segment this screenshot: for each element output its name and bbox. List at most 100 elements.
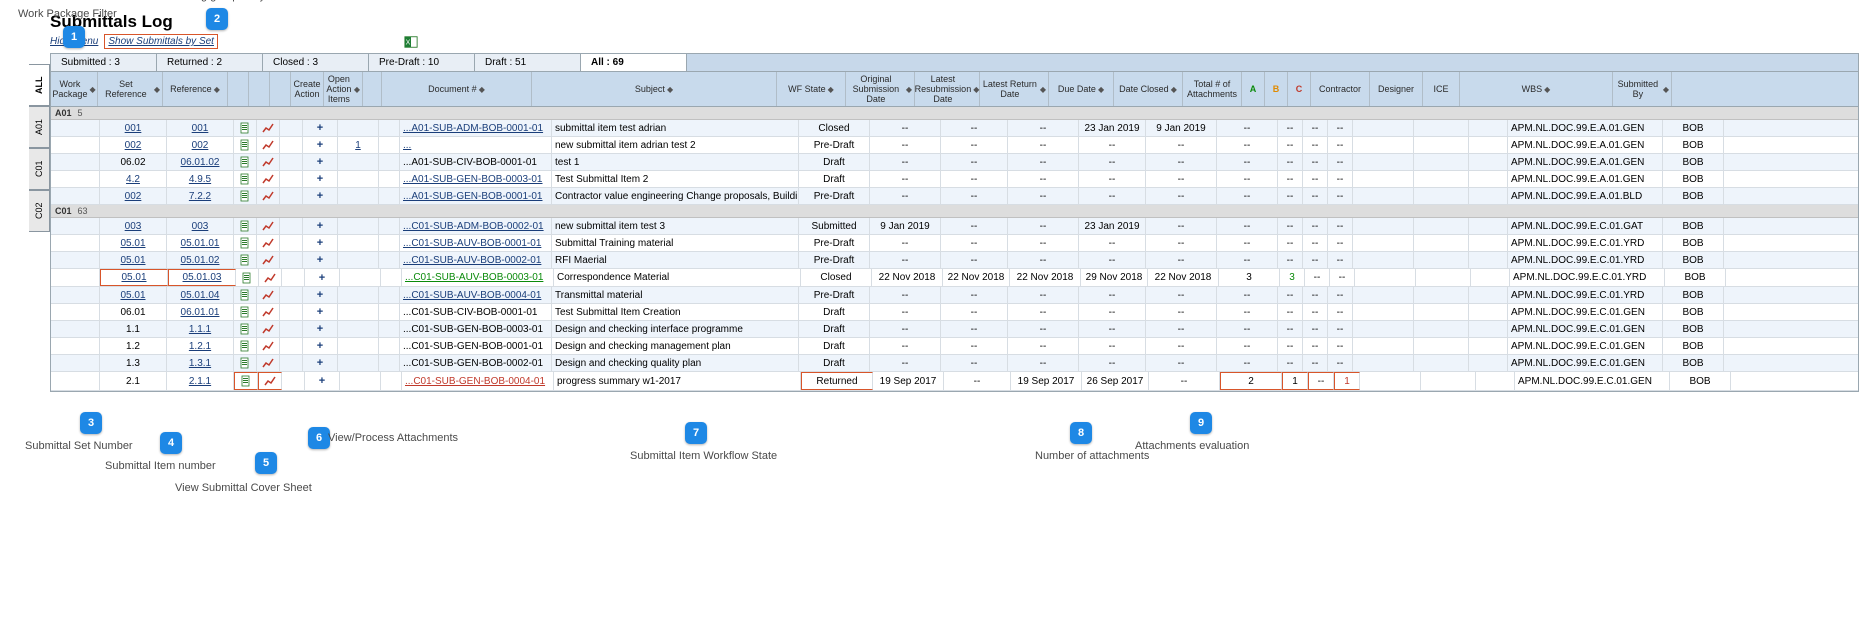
ref-link[interactable]: 06.01.01 [181, 307, 220, 318]
cover-sheet-icon[interactable] [239, 306, 251, 318]
side-tab-all[interactable]: ALL [29, 64, 50, 106]
document-link[interactable]: ...C01-SUB-AUV-BOB-0001-01 [403, 238, 541, 249]
ref-link[interactable]: 003 [192, 221, 209, 232]
wf-tab-4[interactable]: Draft : 51 [475, 54, 581, 71]
cover-sheet-icon[interactable] [241, 272, 253, 284]
attachments-icon[interactable] [264, 272, 276, 284]
col-a-eval[interactable]: A [1250, 84, 1257, 94]
attachments-icon[interactable] [262, 340, 274, 352]
set-link[interactable]: 05.01 [120, 255, 145, 266]
col-open-action-items[interactable]: Open Action Items [326, 74, 352, 104]
ref-link[interactable]: 05.01.03 [183, 272, 222, 283]
side-tab-a01[interactable]: A01 [29, 106, 50, 148]
col-submitted-by[interactable]: Submitted By [1615, 79, 1661, 99]
ref-link[interactable]: 2.1.1 [189, 376, 211, 387]
cover-sheet-icon[interactable] [239, 220, 251, 232]
set-link[interactable]: 05.01 [120, 238, 145, 249]
ref-link[interactable]: 06.01.02 [181, 157, 220, 168]
attachments-icon[interactable] [262, 190, 274, 202]
attachments-icon[interactable] [262, 289, 274, 301]
open-actions-link[interactable]: 1 [355, 140, 361, 151]
ref-link[interactable]: 1.1.1 [189, 324, 211, 335]
ref-link[interactable]: 001 [192, 123, 209, 134]
cover-sheet-icon[interactable] [239, 139, 251, 151]
create-action-icon[interactable]: + [314, 340, 326, 352]
document-link[interactable]: ...A01-SUB-GEN-BOB-0001-01 [403, 191, 543, 202]
wf-tab-1[interactable]: Returned : 2 [157, 54, 263, 71]
create-action-icon[interactable]: + [314, 190, 326, 202]
ref-link[interactable]: 1.3.1 [189, 358, 211, 369]
set-link[interactable]: 002 [125, 140, 142, 151]
group-A01[interactable]: A015 [51, 107, 1858, 120]
create-action-icon[interactable]: + [314, 156, 326, 168]
col-orig-sub-date[interactable]: Original Submission Date [848, 74, 904, 104]
cover-sheet-icon[interactable] [239, 122, 251, 134]
ref-link[interactable]: 1.2.1 [189, 341, 211, 352]
cover-sheet-icon[interactable] [239, 340, 251, 352]
attachments-icon[interactable] [262, 357, 274, 369]
document-link[interactable]: ...C01-SUB-AUV-BOB-0002-01 [403, 255, 541, 266]
create-action-icon[interactable]: + [314, 237, 326, 249]
ref-link[interactable]: 05.01.04 [181, 290, 220, 301]
attachments-icon[interactable] [262, 237, 274, 249]
col-wbs[interactable]: WBS [1522, 84, 1543, 94]
sort-icon[interactable]: ◆ [89, 85, 95, 94]
col-create-action[interactable]: Create Action [293, 79, 321, 99]
side-tab-c02[interactable]: C02 [29, 190, 50, 232]
ref-link[interactable]: 7.2.2 [189, 191, 211, 202]
document-link[interactable]: ... [403, 140, 411, 151]
attachments-icon[interactable] [262, 139, 274, 151]
create-action-icon[interactable]: + [316, 272, 328, 284]
cover-sheet-icon[interactable] [239, 254, 251, 266]
set-link[interactable]: 05.01 [121, 272, 146, 283]
col-work-package[interactable]: Work Package [52, 79, 87, 99]
group-C01[interactable]: C0163 [51, 205, 1858, 218]
wf-tab-5[interactable]: All : 69 [581, 54, 687, 71]
attachments-icon[interactable] [262, 323, 274, 335]
wf-tab-2[interactable]: Closed : 3 [263, 54, 369, 71]
cover-sheet-icon[interactable] [239, 289, 251, 301]
document-link[interactable]: ...C01-SUB-AUV-BOB-0003-01 [405, 272, 543, 283]
attachments-icon[interactable] [262, 306, 274, 318]
col-date-closed[interactable]: Date Closed [1119, 84, 1169, 94]
col-wf-state[interactable]: WF State [788, 84, 826, 94]
document-link[interactable]: ...C01-SUB-AUV-BOB-0004-01 [403, 290, 541, 301]
cover-sheet-icon[interactable] [240, 375, 252, 387]
attachments-icon[interactable] [262, 220, 274, 232]
col-set-reference[interactable]: Set Reference [100, 79, 152, 99]
document-link[interactable]: ...A01-SUB-ADM-BOB-0001-01 [403, 123, 543, 134]
cover-sheet-icon[interactable] [239, 156, 251, 168]
col-c-eval[interactable]: C [1296, 84, 1303, 94]
show-submittals-by-set-link[interactable]: Show Submittals by Set [104, 34, 218, 49]
wf-tab-0[interactable]: Submitted : 3 [51, 54, 157, 71]
create-action-icon[interactable]: + [316, 375, 328, 387]
ref-link[interactable]: 002 [192, 140, 209, 151]
col-ice[interactable]: ICE [1433, 84, 1448, 94]
col-reference[interactable]: Reference [170, 84, 212, 94]
col-due-date[interactable]: Due Date [1058, 84, 1096, 94]
create-action-icon[interactable]: + [314, 173, 326, 185]
create-action-icon[interactable]: + [314, 122, 326, 134]
attachments-icon[interactable] [262, 156, 274, 168]
cover-sheet-icon[interactable] [239, 357, 251, 369]
ref-link[interactable]: 4.9.5 [189, 174, 211, 185]
create-action-icon[interactable]: + [314, 254, 326, 266]
document-link[interactable]: ...A01-SUB-GEN-BOB-0003-01 [403, 174, 543, 185]
create-action-icon[interactable]: + [314, 289, 326, 301]
cover-sheet-icon[interactable] [239, 237, 251, 249]
create-action-icon[interactable]: + [314, 306, 326, 318]
ref-link[interactable]: 05.01.02 [181, 255, 220, 266]
create-action-icon[interactable]: + [314, 220, 326, 232]
ref-link[interactable]: 05.01.01 [181, 238, 220, 249]
cover-sheet-icon[interactable] [239, 190, 251, 202]
document-link[interactable]: ...C01-SUB-GEN-BOB-0004-01 [405, 376, 545, 387]
col-latest-resub-date[interactable]: Latest Resubmission Date [915, 74, 972, 104]
document-link[interactable]: ...C01-SUB-ADM-BOB-0002-01 [403, 221, 544, 232]
col-document-no[interactable]: Document # [428, 84, 477, 94]
set-link[interactable]: 05.01 [120, 290, 145, 301]
col-designer[interactable]: Designer [1378, 84, 1414, 94]
create-action-icon[interactable]: + [314, 357, 326, 369]
col-total-attachments[interactable]: Total # of Attachments [1185, 79, 1239, 99]
cover-sheet-icon[interactable] [239, 323, 251, 335]
attachments-icon[interactable] [262, 173, 274, 185]
